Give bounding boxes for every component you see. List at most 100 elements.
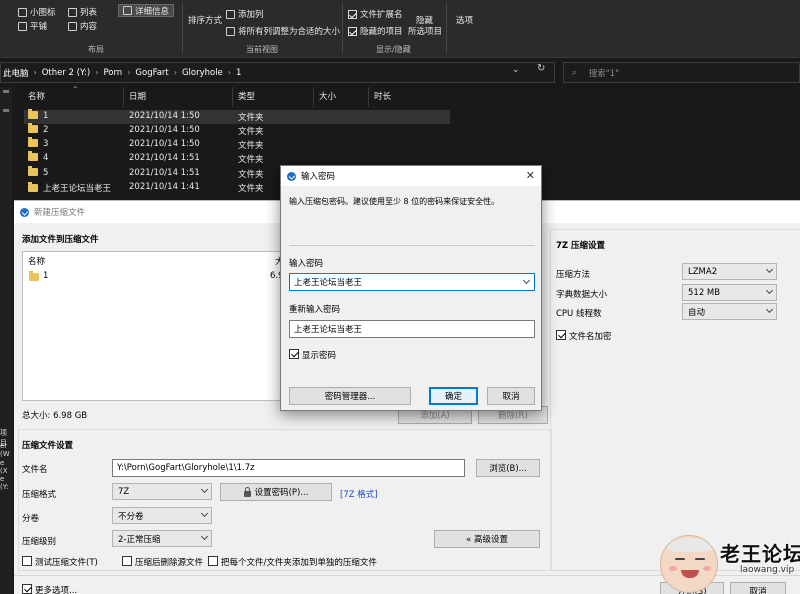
more-options-checkbox[interactable] <box>22 584 32 594</box>
format-link[interactable]: [7Z 格式] <box>340 488 378 500</box>
folder-icon <box>28 123 38 133</box>
crumb-gogfart[interactable]: GogFart <box>135 68 168 78</box>
password-manager-button[interactable]: 密码管理器... <box>289 387 411 405</box>
encrypt-names-checkbox[interactable] <box>556 330 566 340</box>
column-divider <box>232 87 233 107</box>
format-select[interactable]: 7Z <box>112 483 212 500</box>
column-size[interactable]: 大小 <box>319 90 336 102</box>
chevron-right-icon: › <box>173 68 177 77</box>
refresh-icon[interactable]: ↻ <box>537 63 545 74</box>
lock-icon <box>243 486 251 497</box>
browse-button[interactable]: 浏览(B)... <box>476 459 540 477</box>
tiles-option[interactable]: 平铺 <box>18 20 47 32</box>
sz-settings-group <box>550 229 800 571</box>
window-title: 新建压缩文件 <box>34 208 86 218</box>
details-icon <box>123 6 132 15</box>
file-list-panel[interactable]: 名称 大 1 6.98 <box>22 251 292 401</box>
nav-item[interactable]: e (Y: <box>0 475 12 491</box>
ribbon-separator <box>446 2 447 54</box>
dictionary-label: 字典数据大小 <box>556 290 608 300</box>
crumb-gloryhole[interactable]: Gloryhole <box>182 68 223 78</box>
content-icon <box>68 21 77 31</box>
hidden-items-toggle[interactable]: 隐藏的项目 <box>348 25 403 37</box>
settings-heading: 压缩文件设置 <box>22 441 74 451</box>
add-files-heading: 添加文件到压缩文件 <box>22 235 99 245</box>
add-columns-button[interactable]: 添加列 <box>226 8 264 20</box>
delete-after-option[interactable]: 压缩后删除源文件 <box>122 556 203 568</box>
chevron-down-icon[interactable]: ⌄ <box>512 65 520 75</box>
nav-item[interactable]: e (X <box>0 459 12 475</box>
split-select[interactable]: 不分卷 <box>112 507 212 524</box>
show-password-option[interactable]: 显示密码 <box>289 349 336 361</box>
sort-by-button[interactable]: 排序方式 <box>188 14 222 26</box>
dialog-divider <box>289 245 535 246</box>
list-option[interactable]: 列表 <box>68 6 97 18</box>
content-option[interactable]: 内容 <box>68 20 97 32</box>
ribbon-separator <box>182 2 183 54</box>
dictionary-select[interactable]: 512 MB <box>682 284 777 301</box>
separate-archives-option[interactable]: 把每个文件/文件夹添加到单独的压缩文件 <box>208 556 377 568</box>
dialog-cancel-button[interactable]: 取消 <box>487 387 535 405</box>
filename-input[interactable]: Y:\Porn\GogFart\Gloryhole\1\1.7z <box>112 459 465 477</box>
test-archive-checkbox[interactable] <box>22 556 32 566</box>
split-label: 分卷 <box>22 514 40 524</box>
column-type[interactable]: 类型 <box>238 90 255 102</box>
crumb-drive[interactable]: Other 2 (Y:) <box>42 68 91 78</box>
password-hint: 输入压缩包密码。建议使用至少 8 位的密码来保证安全性。 <box>289 197 500 206</box>
close-icon[interactable]: ✕ <box>526 169 535 182</box>
show-hide-caption: 显示/隐藏 <box>376 45 411 54</box>
more-options-toggle[interactable]: 更多选项... <box>22 584 77 594</box>
column-duration[interactable]: 时长 <box>374 90 391 102</box>
chevron-down-icon[interactable] <box>522 276 531 285</box>
folder-icon <box>28 109 38 119</box>
level-select[interactable]: 2-正常压缩 <box>112 530 212 547</box>
separate-archives-checkbox[interactable] <box>208 556 218 566</box>
tiles-icon <box>18 21 27 31</box>
file-extensions-checkbox[interactable] <box>348 9 357 19</box>
ok-button[interactable]: 确定 <box>429 387 478 405</box>
encrypt-names-option[interactable]: 文件名加密 <box>556 330 612 342</box>
small-icons-option[interactable]: 小图标 <box>18 6 56 18</box>
threads-select[interactable]: 自动 <box>682 303 777 320</box>
chevron-down-icon <box>765 286 774 295</box>
list-column-name[interactable]: 名称 <box>28 255 45 267</box>
threads-label: CPU 线程数 <box>556 309 602 319</box>
column-name[interactable]: 名称 <box>28 90 45 102</box>
crumb-1[interactable]: 1 <box>236 68 241 78</box>
file-row[interactable]: 4 2021/10/14 1:51 文件夹 <box>24 151 450 166</box>
crumb-this-pc[interactable]: 此电脑 <box>3 67 29 79</box>
total-size: 总大小: 6.98 GB <box>22 411 88 421</box>
size-columns-button[interactable]: 将所有列调整为合适的大小 <box>226 25 340 37</box>
crumb-porn[interactable]: Porn <box>103 68 122 78</box>
add-columns-icon <box>226 9 235 19</box>
search-input[interactable]: ⌕ 搜索"1" <box>563 62 800 83</box>
file-row[interactable]: 1 2021/10/14 1:50 文件夹 <box>24 109 450 124</box>
test-archive-option[interactable]: 测试压缩文件(T) <box>22 556 98 568</box>
method-label: 压缩方法 <box>556 270 591 280</box>
options-button[interactable]: 选项 <box>456 14 473 26</box>
reenter-password-input[interactable]: 上老王论坛当老王 <box>289 320 535 338</box>
delete-after-checkbox[interactable] <box>122 556 132 566</box>
filename-label: 文件名 <box>22 465 48 475</box>
app-icon <box>287 171 296 181</box>
file-row[interactable]: 2 2021/10/14 1:50 文件夹 <box>24 123 450 138</box>
app-icon <box>20 207 29 217</box>
breadcrumb[interactable]: 此电脑 › Other 2 (Y:) › Porn › GogFart › Gloryh… <box>0 62 555 83</box>
list-item[interactable]: 1 6.98 <box>27 270 289 284</box>
advanced-settings-button[interactable]: « 高级设置 <box>434 530 540 548</box>
show-password-checkbox[interactable] <box>289 349 299 359</box>
chevron-down-icon <box>200 485 209 494</box>
file-row[interactable]: 3 2021/10/14 1:50 文件夹 <box>24 137 450 152</box>
mascot-face-icon <box>660 535 718 593</box>
file-extensions-toggle[interactable]: 文件扩展名 <box>348 8 403 20</box>
folder-icon <box>28 137 38 147</box>
details-option[interactable]: 详细信息 <box>118 4 175 17</box>
nav-item[interactable]: er (W <box>0 442 12 458</box>
hidden-items-checkbox[interactable] <box>348 26 357 36</box>
set-password-button[interactable]: 设置密码(P)... <box>220 483 332 501</box>
chevron-down-icon <box>765 265 774 274</box>
password-input[interactable]: 上老王论坛当老王 <box>289 273 535 291</box>
method-select[interactable]: LZMA2 <box>682 263 777 280</box>
column-date[interactable]: 日期 <box>129 90 146 102</box>
show-hide-group: 文件扩展名 隐藏的项目 隐藏 所选项目 显示/隐藏 <box>344 0 444 58</box>
